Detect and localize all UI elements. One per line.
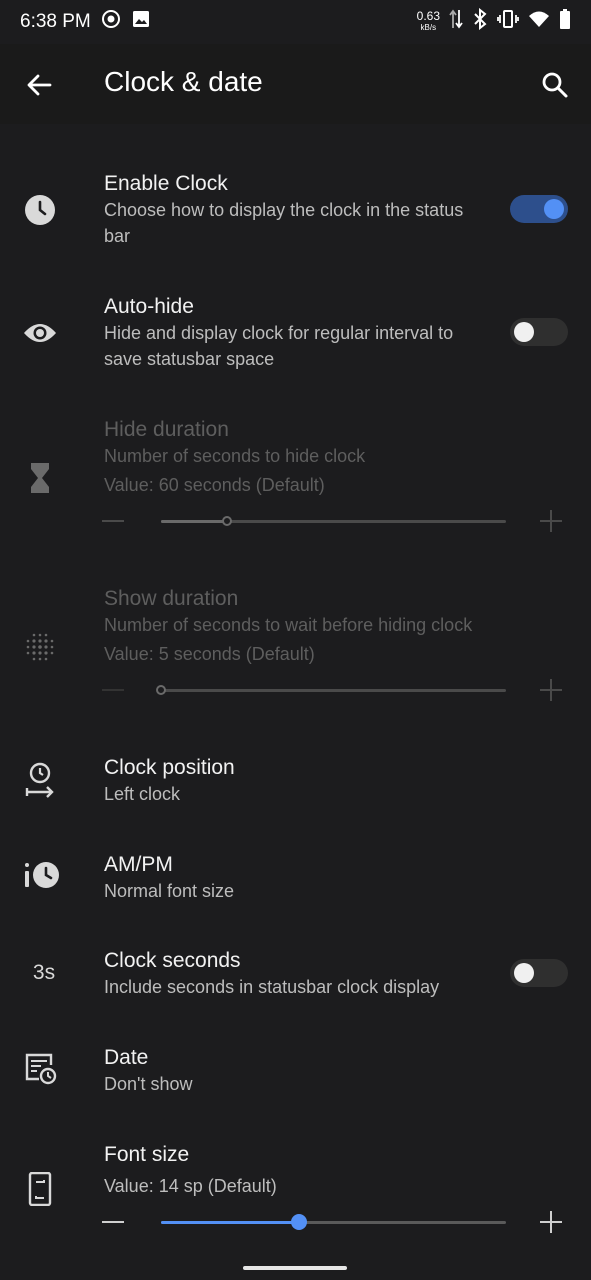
- hide-duration-slider: [100, 506, 570, 536]
- pref-summary: Hide and display clock for regular inter…: [104, 323, 454, 369]
- net-speed: 0.63 kB/s: [417, 10, 440, 34]
- pref-summary: Don't show: [104, 1074, 193, 1094]
- slider-track: [161, 689, 506, 692]
- slider-thumb: [156, 685, 166, 695]
- pref-font-size[interactable]: Font size Value: 14 sp (Default): [0, 1139, 591, 1249]
- pref-hide-duration: Hide duration Number of seconds to hide …: [0, 414, 591, 544]
- wifi-icon: [528, 10, 550, 34]
- plus-icon-vertical[interactable]: [550, 1211, 552, 1233]
- battery-icon: [559, 9, 571, 35]
- pref-value: Value: 60 seconds (Default): [104, 475, 325, 495]
- pref-summary: Choose how to display the clock in the s…: [104, 200, 464, 246]
- phone-font-icon: [22, 1171, 58, 1207]
- pref-clock-position[interactable]: Clock position Left clock: [0, 752, 591, 832]
- vibrate-icon: [497, 9, 519, 35]
- pref-title: Clock position: [104, 756, 235, 779]
- back-arrow-icon[interactable]: [24, 69, 56, 101]
- auto-hide-switch[interactable]: [510, 318, 568, 346]
- pref-value: Value: 5 seconds (Default): [104, 644, 315, 664]
- status-time: 6:38 PM: [20, 11, 91, 32]
- pref-value: Value: 14 sp (Default): [104, 1176, 277, 1196]
- clock-position-icon: [22, 762, 58, 798]
- net-speed-value: 0.63: [416, 9, 440, 23]
- pref-title: Show duration: [104, 587, 239, 610]
- status-bar: 6:38 PM 0.63 kB/s: [0, 0, 591, 44]
- show-duration-slider: [100, 675, 570, 705]
- pref-title: Auto-hide: [104, 295, 194, 318]
- pref-enable-clock[interactable]: Enable Clock Choose how to display the c…: [0, 168, 591, 264]
- pref-title: Hide duration: [104, 418, 229, 441]
- screen-record-icon: [101, 9, 121, 35]
- pref-title: Font size: [104, 1143, 190, 1166]
- pref-title: AM/PM: [104, 853, 173, 876]
- pref-summary: Number of seconds to hide clock: [104, 446, 366, 466]
- minus-icon[interactable]: [102, 1221, 124, 1223]
- pref-auto-hide[interactable]: Auto-hide Hide and display clock for reg…: [0, 291, 591, 387]
- switch-knob: [544, 199, 564, 219]
- font-size-slider[interactable]: [100, 1207, 570, 1237]
- pref-clock-seconds[interactable]: 3s Clock seconds Include seconds in stat…: [0, 945, 591, 1025]
- plus-icon-vertical: [550, 510, 552, 532]
- bluetooth-icon: [472, 7, 488, 36]
- pref-summary: Include seconds in statusbar clock displ…: [104, 977, 440, 997]
- minus-icon: [102, 689, 124, 691]
- page-title: Clock & date: [104, 66, 263, 97]
- minus-icon: [102, 520, 124, 522]
- pref-title: Clock seconds: [104, 949, 241, 972]
- pref-summary: Normal font size: [104, 881, 235, 901]
- clock-icon: [22, 192, 58, 228]
- plus-icon-vertical: [550, 679, 552, 701]
- slider-fill: [161, 520, 227, 523]
- slider-fill: [161, 1221, 299, 1224]
- pref-summary: Number of seconds to wait before hiding …: [104, 615, 473, 635]
- date-icon: [22, 1050, 58, 1086]
- image-icon: [131, 9, 151, 35]
- net-speed-unit: kB/s: [420, 23, 437, 32]
- seconds-icon: 3s: [32, 961, 56, 984]
- pref-show-duration: Show duration Number of seconds to wait …: [0, 583, 591, 713]
- home-indicator: [243, 1266, 347, 1270]
- pref-date[interactable]: Date Don't show: [0, 1042, 591, 1122]
- switch-knob: [514, 963, 534, 983]
- app-bar: Clock & date: [0, 44, 591, 124]
- pref-title: Date: [104, 1046, 149, 1069]
- ampm-clock-icon: [22, 857, 62, 893]
- switch-knob: [514, 322, 534, 342]
- dots-grid-icon: [22, 629, 58, 665]
- pref-ampm[interactable]: AM/PM Normal font size: [0, 849, 591, 929]
- pref-summary: Left clock: [104, 784, 181, 804]
- slider-thumb[interactable]: [291, 1214, 307, 1230]
- slider-thumb: [221, 516, 232, 526]
- data-arrows-icon: [449, 8, 463, 36]
- search-icon[interactable]: [539, 69, 571, 101]
- enable-clock-switch[interactable]: [510, 195, 568, 223]
- pref-title: Enable Clock: [104, 172, 228, 195]
- clock-seconds-switch[interactable]: [510, 959, 568, 987]
- hourglass-icon: [22, 460, 58, 496]
- eye-icon: [22, 315, 58, 351]
